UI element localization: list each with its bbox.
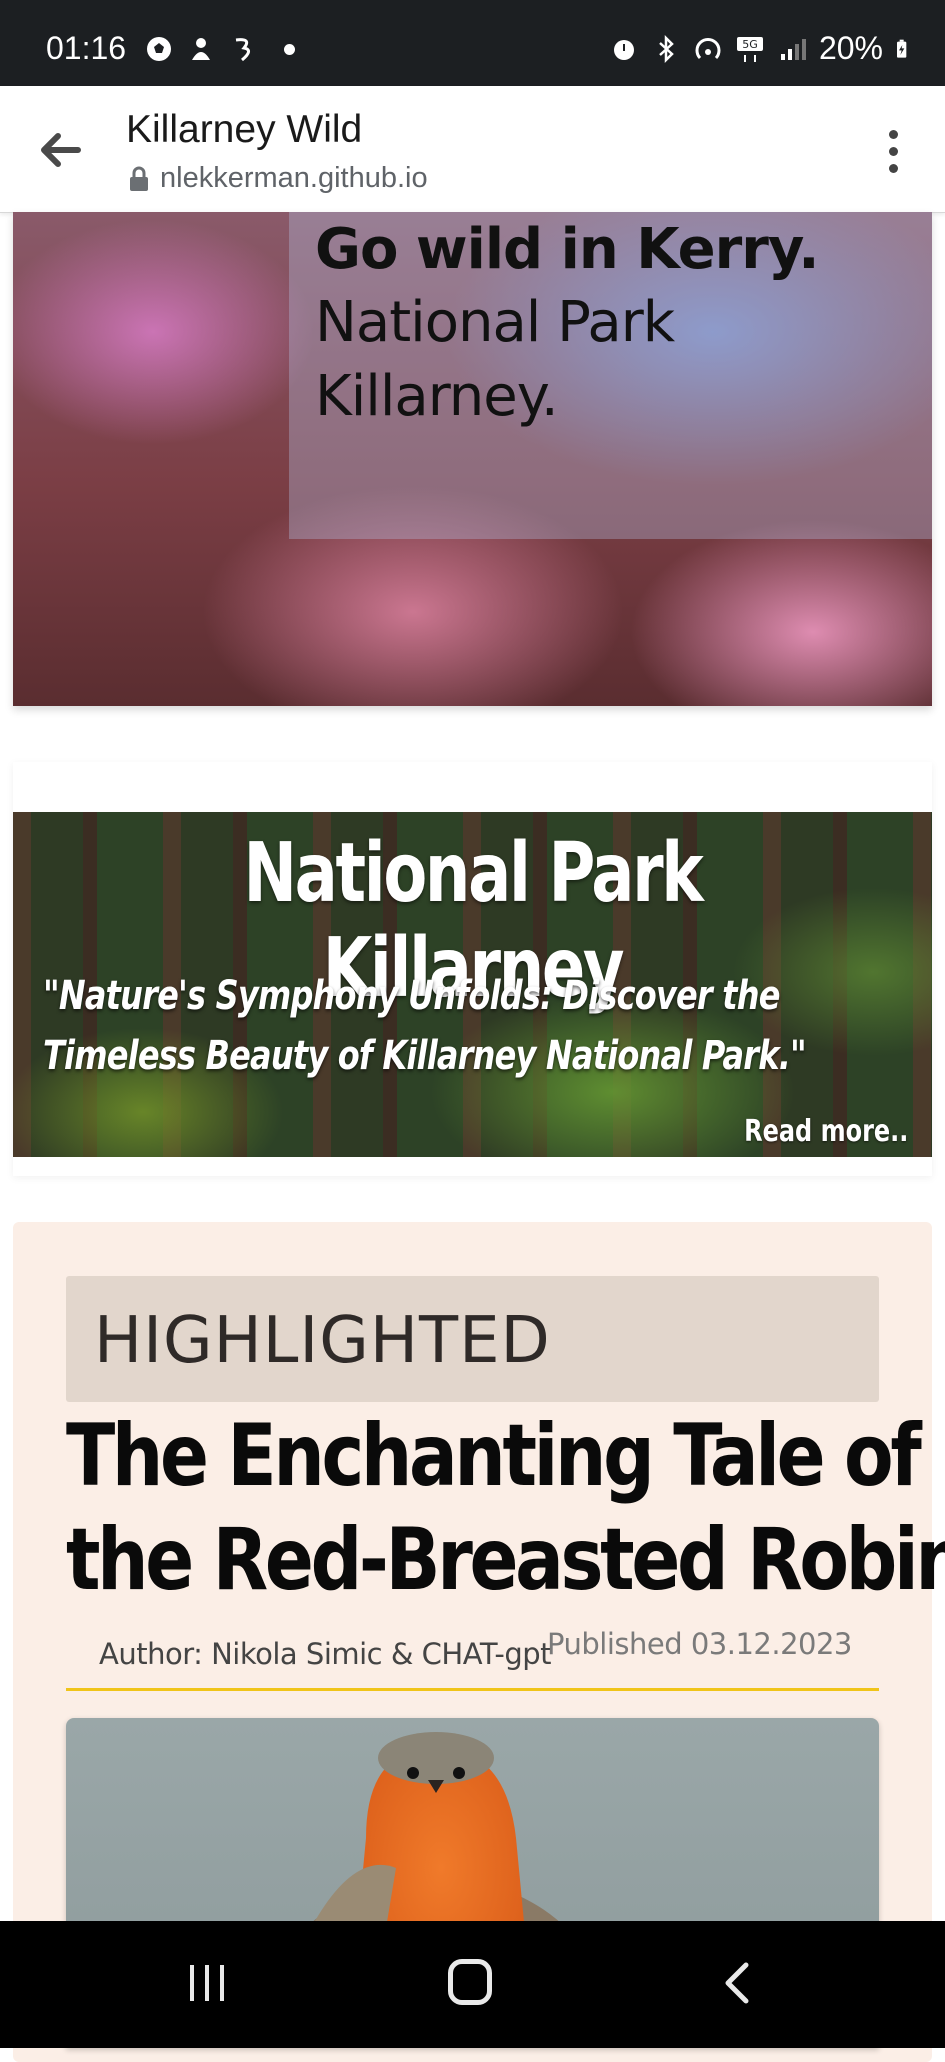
carrier-three-icon — [235, 38, 250, 62]
more-options-icon[interactable] — [883, 126, 903, 174]
banner-quote-line2: Timeless Beauty of Killarney National Pa… — [43, 1033, 807, 1079]
article-title[interactable]: The Enchanting Tale of the Red-Breasted … — [66, 1404, 945, 1612]
hero-image: Go wild in Kerry. National Park Killarne… — [13, 212, 932, 706]
status-bar: 01:16 5G 20% — [0, 0, 945, 86]
article-author: Author: Nikola Simic & CHAT-gpt — [99, 1637, 552, 1671]
dot-icon — [284, 43, 295, 55]
signal-icon — [780, 38, 806, 60]
highlighted-label: HIGHLIGHTED — [94, 1304, 551, 1378]
hero-line2: National Park — [315, 290, 675, 355]
article-divider — [66, 1688, 879, 1691]
hero-line1: Go wild in Kerry. — [315, 217, 819, 282]
url-row[interactable]: nlekkerman.github.io — [128, 162, 428, 195]
nav-back-icon[interactable] — [720, 1961, 754, 2005]
status-left-icons — [144, 34, 295, 64]
battery-charging-icon — [897, 39, 907, 58]
alarm-icon — [613, 39, 634, 60]
hero-line3: Killarney. — [315, 364, 559, 429]
page-title: Killarney Wild — [126, 108, 363, 151]
hotspot-icon — [695, 37, 721, 59]
bluetooth-icon — [659, 34, 674, 63]
soccer-ball-icon — [147, 37, 171, 61]
article-title-line1: The Enchanting Tale of — [66, 1406, 922, 1506]
battery-percent: 20% — [818, 30, 883, 66]
hero-heading: Go wild in Kerry. National Park Killarne… — [315, 212, 819, 434]
status-time: 01:16 — [46, 30, 127, 66]
browser-header: Killarney Wild nlekkerman.github.io — [0, 86, 945, 213]
article-published-date: Published 03.12.2023 — [547, 1627, 852, 1661]
svg-text:5G: 5G — [742, 38, 758, 51]
park-banner[interactable]: National Park Killarney "Nature's Sympho… — [13, 812, 932, 1157]
recent-apps-icon[interactable] — [186, 1963, 228, 2003]
system-nav-bar — [0, 1921, 945, 2048]
home-icon[interactable] — [448, 1959, 492, 2005]
5g-icon: 5G — [736, 36, 763, 62]
article-title-line2: the Red-Breasted Robin — [66, 1510, 945, 1610]
back-arrow-icon[interactable] — [34, 126, 88, 174]
url-text: nlekkerman.github.io — [160, 162, 428, 194]
status-right-icons: 5G 20% — [609, 30, 915, 67]
banner-quote: "Nature's Symphony Unfolds: Discover the… — [43, 966, 807, 1086]
lock-icon — [130, 166, 148, 191]
read-more-link[interactable]: Read more.. — [744, 1114, 908, 1149]
banner-quote-line1: "Nature's Symphony Unfolds: Discover the — [43, 973, 780, 1019]
notification-app-icon — [192, 38, 210, 60]
